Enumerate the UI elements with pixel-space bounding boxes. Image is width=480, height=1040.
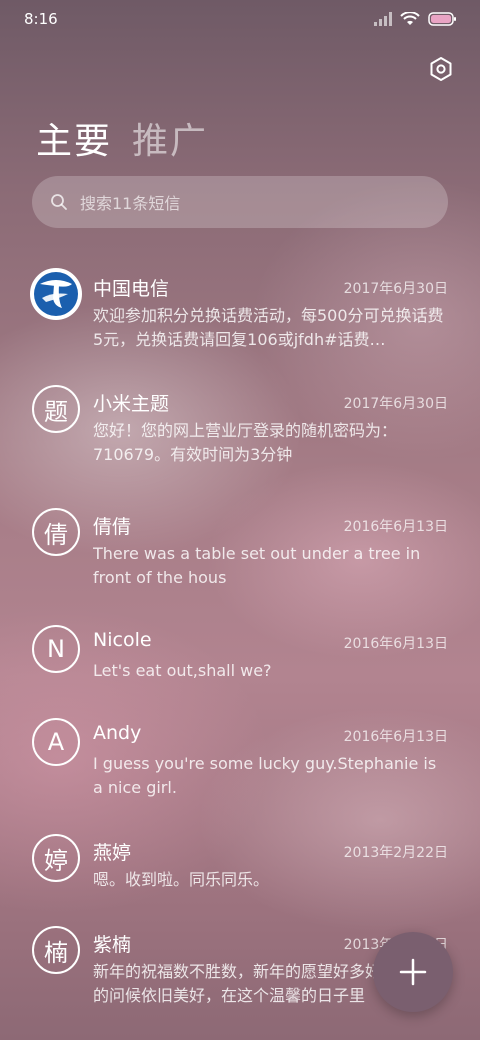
avatar: 楠 — [32, 926, 80, 974]
message-date: 2016年6月13日 — [343, 519, 448, 535]
message-date: 2013年2月22日 — [343, 845, 448, 861]
tab-bar: 主要 推广 — [36, 112, 208, 164]
message-preview: I guess you're some lucky guy.Stephanie … — [93, 754, 437, 797]
search-icon — [51, 194, 67, 210]
new-message-button[interactable] — [373, 932, 453, 1012]
search-bar[interactable]: 搜索11条短信 — [32, 176, 448, 228]
china-telecom-logo-graphic — [34, 272, 78, 316]
search-placeholder: 搜索11条短信 — [80, 194, 181, 213]
plus-icon — [399, 958, 427, 986]
message-date: 2017年6月30日 — [343, 396, 448, 412]
contact-name: 倩倩 — [93, 516, 132, 538]
message-date: 2016年6月13日 — [343, 729, 448, 745]
battery-icon — [428, 12, 456, 26]
contact-name: 中国电信 — [93, 278, 170, 300]
avatar: N — [32, 625, 80, 673]
tab-promotions[interactable]: 推广 — [132, 112, 208, 164]
contact-name: Nicole — [93, 629, 152, 651]
status-bar: 8:16 — [0, 0, 480, 40]
avatar: A — [32, 718, 80, 766]
status-time: 8:16 — [24, 10, 58, 28]
settings-icon — [430, 57, 452, 81]
message-preview: 欢迎参加积分兑换话费活动，每500分可兑换话费5元，兑换话费请回复106或jfd… — [93, 306, 444, 349]
message-preview: Let's eat out,shall we? — [93, 661, 272, 680]
tab-main[interactable]: 主要 — [36, 112, 112, 164]
message-date: 2016年6月13日 — [343, 636, 448, 652]
conversation-item[interactable]: 中国电信 2017年6月30日 欢迎参加积分兑换话费活动，每500分可兑换话费5… — [0, 262, 480, 372]
contact-name: 紫楠 — [93, 934, 132, 956]
status-icons — [374, 12, 456, 26]
avatar: 倩 — [32, 508, 80, 556]
contact-name: 小米主题 — [93, 393, 170, 415]
avatar: 婷 — [32, 834, 80, 882]
conversation-item[interactable]: 倩 倩倩 2016年6月13日 There was a table set ou… — [0, 500, 480, 610]
conversation-item[interactable]: 题 小米主题 2017年6月30日 您好！您的网上营业厅登录的随机密码为：710… — [0, 377, 480, 487]
settings-button[interactable] — [428, 56, 454, 82]
message-date: 2017年6月30日 — [343, 281, 448, 297]
wifi-icon — [400, 12, 420, 25]
china-telecom-logo — [30, 268, 82, 320]
message-preview: 您好！您的网上营业厅登录的随机密码为：710679。有效时间为3分钟 — [93, 421, 398, 464]
conversation-item[interactable]: A Andy 2016年6月13日 I guess you're some lu… — [0, 710, 480, 820]
signal-icon — [374, 12, 392, 26]
message-preview: There was a table set out under a tree i… — [93, 544, 421, 587]
contact-name: 燕婷 — [93, 842, 132, 864]
message-preview: 嗯。收到啦。同乐同乐。 — [93, 870, 270, 889]
avatar: 题 — [32, 385, 80, 433]
contact-name: Andy — [93, 722, 142, 744]
